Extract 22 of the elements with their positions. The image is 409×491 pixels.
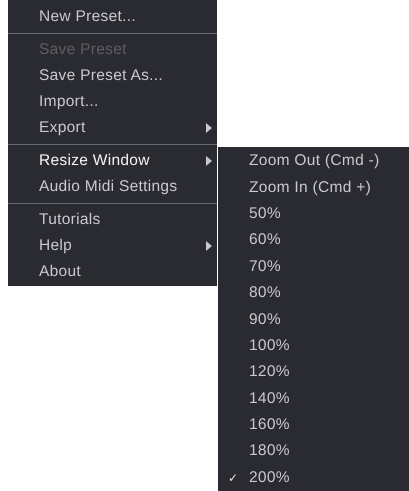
submenu-item[interactable]: Zoom Out (Cmd -): [249, 152, 380, 170]
menu-item[interactable]: About: [8, 259, 217, 285]
submenu-item[interactable]: 140%: [249, 390, 290, 408]
menu-item[interactable]: New Preset...: [8, 4, 217, 34]
menu-item[interactable]: Save Preset As...: [8, 63, 217, 89]
submenu-item[interactable]: 120%: [249, 363, 290, 382]
submenu-item[interactable]: 80%: [249, 284, 281, 302]
menu-item[interactable]: Resize Window: [8, 148, 217, 174]
submenu-item[interactable]: 200%: [249, 468, 290, 487]
submenu-item[interactable]: 100%: [249, 336, 290, 355]
submenu-item[interactable]: 160%: [249, 416, 290, 434]
submenu-item[interactable]: 70%: [249, 258, 281, 276]
menu-item[interactable]: Help: [8, 233, 217, 259]
submenu-item[interactable]: 90%: [249, 310, 281, 329]
checkmark-icon: ✓: [228, 470, 238, 485]
submenu-item[interactable]: 180%: [249, 442, 290, 460]
submenu-item[interactable]: 60%: [249, 231, 281, 250]
menu-item[interactable]: Audio Midi Settings: [8, 174, 217, 204]
submenu-item[interactable]: Zoom In (Cmd +): [249, 178, 372, 197]
submenu-item[interactable]: 50%: [249, 204, 281, 223]
menu-item[interactable]: Tutorials: [8, 207, 217, 233]
menu-item[interactable]: Import...: [8, 89, 217, 115]
